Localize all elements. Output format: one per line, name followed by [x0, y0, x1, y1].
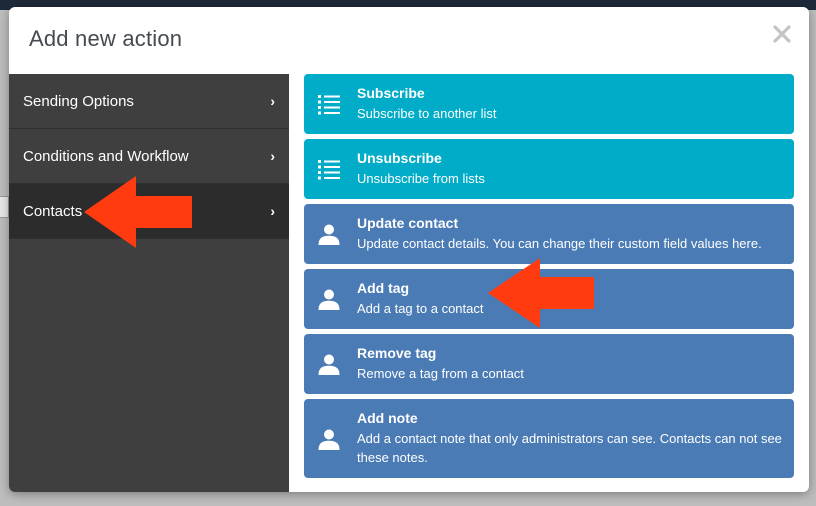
- action-list: Subscribe Subscribe to another list Unsu…: [304, 74, 794, 483]
- action-title: Add tag: [357, 280, 410, 296]
- action-title: Unsubscribe: [357, 150, 442, 166]
- action-title: Update contact: [357, 215, 459, 231]
- close-button[interactable]: [769, 21, 795, 47]
- sidebar-item-label: Sending Options: [23, 92, 134, 110]
- action-add-note[interactable]: Add note Add a contact note that only ad…: [304, 399, 794, 478]
- sidebar-item-conditions-workflow[interactable]: Conditions and Workflow ›: [9, 129, 289, 184]
- sidebar-item-sending-options[interactable]: Sending Options ›: [9, 74, 289, 129]
- action-subscribe[interactable]: Subscribe Subscribe to another list: [304, 74, 794, 134]
- user-icon: [318, 224, 340, 245]
- action-description: Remove a tag from a contact: [357, 366, 524, 381]
- action-unsubscribe[interactable]: Unsubscribe Unsubscribe from lists: [304, 139, 794, 199]
- add-action-modal: Add new action Sending Options › Conditi…: [9, 7, 809, 492]
- sidebar-item-label: Conditions and Workflow: [23, 147, 189, 165]
- list-icon: [318, 95, 340, 115]
- user-icon: [318, 289, 340, 310]
- action-description: Add a tag to a contact: [357, 301, 484, 316]
- action-add-tag[interactable]: Add tag Add a tag to a contact: [304, 269, 794, 329]
- user-icon: [318, 354, 340, 375]
- list-icon: [318, 160, 340, 180]
- sidebar-item-label: Contacts: [23, 202, 83, 220]
- action-description: Subscribe to another list: [357, 106, 497, 121]
- action-title: Add note: [357, 410, 418, 426]
- sidebar-item-contacts[interactable]: Contacts ›: [9, 184, 289, 239]
- action-title: Remove tag: [357, 345, 437, 361]
- action-description: Unsubscribe from lists: [357, 171, 485, 186]
- modal-title: Add new action: [29, 26, 183, 51]
- user-icon: [318, 429, 340, 450]
- action-description: Add a contact note that only administrat…: [357, 431, 782, 465]
- action-title: Subscribe: [357, 85, 425, 101]
- chevron-right-icon: ›: [270, 203, 275, 219]
- chevron-right-icon: ›: [270, 93, 275, 109]
- action-update-contact[interactable]: Update contact Update contact details. Y…: [304, 204, 794, 264]
- category-sidebar: Sending Options › Conditions and Workflo…: [9, 74, 289, 492]
- close-icon: [773, 25, 791, 43]
- chevron-right-icon: ›: [270, 148, 275, 164]
- modal-header: Add new action: [9, 7, 809, 74]
- background-element: [0, 196, 9, 218]
- action-description: Update contact details. You can change t…: [357, 236, 762, 251]
- action-remove-tag[interactable]: Remove tag Remove a tag from a contact: [304, 334, 794, 394]
